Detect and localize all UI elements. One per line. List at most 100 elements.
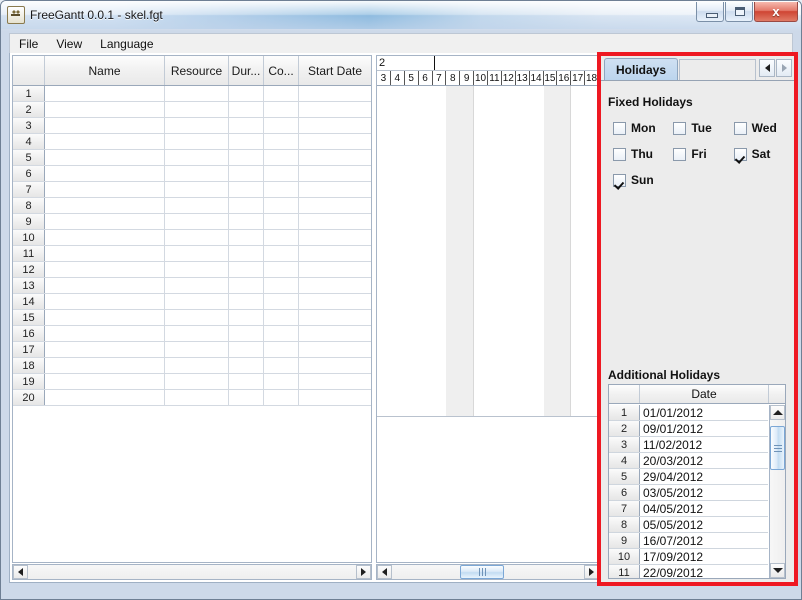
column-header-cost[interactable]: Co... xyxy=(264,56,299,85)
cell-name[interactable] xyxy=(45,182,165,197)
table-row[interactable]: 14 xyxy=(13,294,371,310)
table-row[interactable]: 4 xyxy=(13,134,371,150)
holiday-row-number[interactable]: 8 xyxy=(609,517,640,532)
holiday-row[interactable]: 7 04/05/2012 xyxy=(609,501,768,517)
table-row[interactable]: 19 xyxy=(13,374,371,390)
cell-duration[interactable] xyxy=(229,326,264,341)
holiday-row-number[interactable]: 11 xyxy=(609,565,640,578)
cell-start_date[interactable] xyxy=(299,326,371,341)
row-number[interactable]: 18 xyxy=(13,358,45,373)
cell-resource[interactable] xyxy=(165,150,229,165)
cell-start_date[interactable] xyxy=(299,150,371,165)
holiday-date-cell[interactable]: 22/09/2012 xyxy=(640,565,768,578)
gantt-scroll-right-button[interactable] xyxy=(584,565,599,579)
scroll-up-button[interactable] xyxy=(770,405,785,420)
gantt-day-column[interactable] xyxy=(391,86,405,416)
checkbox-item-tue[interactable]: Tue xyxy=(673,121,719,135)
holiday-row-number[interactable]: 9 xyxy=(609,533,640,548)
cell-duration[interactable] xyxy=(229,310,264,325)
menu-item-language[interactable]: Language xyxy=(91,35,162,53)
cell-resource[interactable] xyxy=(165,342,229,357)
cell-cost[interactable] xyxy=(264,326,299,341)
cell-start_date[interactable] xyxy=(299,294,371,309)
cell-cost[interactable] xyxy=(264,118,299,133)
table-row[interactable]: 1 xyxy=(13,86,371,102)
cell-name[interactable] xyxy=(45,342,165,357)
scroll-down-button[interactable] xyxy=(770,563,785,578)
tab-scroll-left-button[interactable] xyxy=(759,59,775,77)
gantt-day-column[interactable] xyxy=(474,86,488,416)
cell-resource[interactable] xyxy=(165,310,229,325)
cell-cost[interactable] xyxy=(264,198,299,213)
cell-name[interactable] xyxy=(45,230,165,245)
cell-cost[interactable] xyxy=(264,86,299,101)
cell-resource[interactable] xyxy=(165,374,229,389)
row-number[interactable]: 2 xyxy=(13,102,45,117)
cell-duration[interactable] xyxy=(229,246,264,261)
row-number[interactable]: 8 xyxy=(13,198,45,213)
cell-cost[interactable] xyxy=(264,278,299,293)
holiday-date-cell[interactable]: 03/05/2012 xyxy=(640,485,768,500)
cell-duration[interactable] xyxy=(229,166,264,181)
cell-duration[interactable] xyxy=(229,182,264,197)
cell-start_date[interactable] xyxy=(299,182,371,197)
holiday-row-number[interactable]: 6 xyxy=(609,485,640,500)
gantt-day-column[interactable] xyxy=(377,86,391,416)
holiday-date-cell[interactable]: 09/01/2012 xyxy=(640,421,768,436)
cell-name[interactable] xyxy=(45,150,165,165)
table-row[interactable]: 11 xyxy=(13,246,371,262)
holiday-row[interactable]: 9 16/07/2012 xyxy=(609,533,768,549)
cell-duration[interactable] xyxy=(229,230,264,245)
gantt-weekend-column[interactable] xyxy=(460,86,475,416)
checkbox-mon[interactable] xyxy=(613,121,626,135)
cell-name[interactable] xyxy=(45,214,165,229)
cell-name[interactable] xyxy=(45,118,165,133)
row-number[interactable]: 19 xyxy=(13,374,45,389)
gantt-weekend-column[interactable] xyxy=(557,86,572,416)
holiday-date-cell[interactable]: 20/03/2012 xyxy=(640,453,768,468)
gantt-weekend-column[interactable] xyxy=(543,86,558,416)
holiday-row[interactable]: 4 20/03/2012 xyxy=(609,453,768,469)
checkbox-thu[interactable] xyxy=(613,147,626,161)
holiday-date-cell[interactable]: 04/05/2012 xyxy=(640,501,768,516)
scroll-right-button[interactable] xyxy=(356,565,371,579)
cell-cost[interactable] xyxy=(264,310,299,325)
row-number[interactable]: 17 xyxy=(13,342,45,357)
cell-duration[interactable] xyxy=(229,358,264,373)
holiday-row-number[interactable]: 2 xyxy=(609,421,640,436)
table-row[interactable]: 6 xyxy=(13,166,371,182)
table-row[interactable]: 3 xyxy=(13,118,371,134)
cell-duration[interactable] xyxy=(229,86,264,101)
table-row[interactable]: 10 xyxy=(13,230,371,246)
holiday-row[interactable]: 11 22/09/2012 xyxy=(609,565,768,578)
row-number[interactable]: 16 xyxy=(13,326,45,341)
cell-start_date[interactable] xyxy=(299,166,371,181)
holiday-row[interactable]: 3 11/02/2012 xyxy=(609,437,768,453)
checkbox-fri[interactable] xyxy=(673,147,687,161)
cell-name[interactable] xyxy=(45,374,165,389)
cell-name[interactable] xyxy=(45,198,165,213)
cell-name[interactable] xyxy=(45,278,165,293)
cell-cost[interactable] xyxy=(264,374,299,389)
holiday-row[interactable]: 2 09/01/2012 xyxy=(609,421,768,437)
cell-resource[interactable] xyxy=(165,134,229,149)
cell-start_date[interactable] xyxy=(299,214,371,229)
cell-cost[interactable] xyxy=(264,294,299,309)
cell-duration[interactable] xyxy=(229,118,264,133)
cell-duration[interactable] xyxy=(229,294,264,309)
gantt-day-column[interactable] xyxy=(516,86,530,416)
row-number[interactable]: 20 xyxy=(13,390,45,405)
holiday-row-number[interactable]: 3 xyxy=(609,437,640,452)
cell-duration[interactable] xyxy=(229,262,264,277)
cell-resource[interactable] xyxy=(165,102,229,117)
row-number[interactable]: 3 xyxy=(13,118,45,133)
checkbox-item-wed[interactable]: Wed xyxy=(733,121,780,135)
table-row[interactable]: 12 xyxy=(13,262,371,278)
row-number[interactable]: 10 xyxy=(13,230,45,245)
holiday-row-number[interactable]: 7 xyxy=(609,501,640,516)
column-header-name[interactable]: Name xyxy=(45,56,165,85)
cell-duration[interactable] xyxy=(229,214,264,229)
gantt-hscrollbar[interactable] xyxy=(376,564,600,580)
column-header-resource[interactable]: Resource xyxy=(165,56,229,85)
cell-duration[interactable] xyxy=(229,390,264,405)
